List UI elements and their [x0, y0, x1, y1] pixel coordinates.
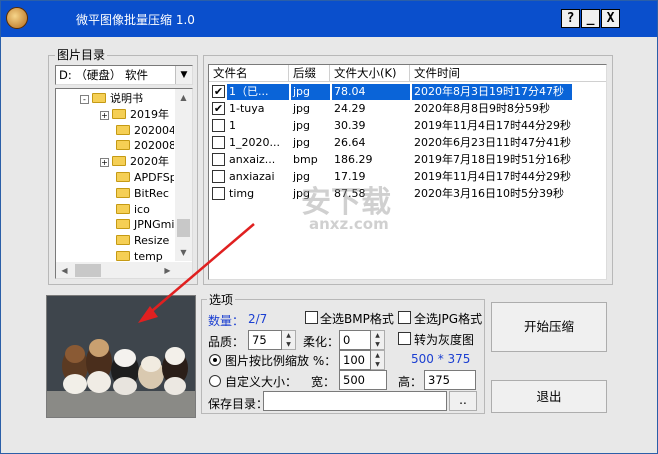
annotation-arrow: [138, 223, 255, 323]
